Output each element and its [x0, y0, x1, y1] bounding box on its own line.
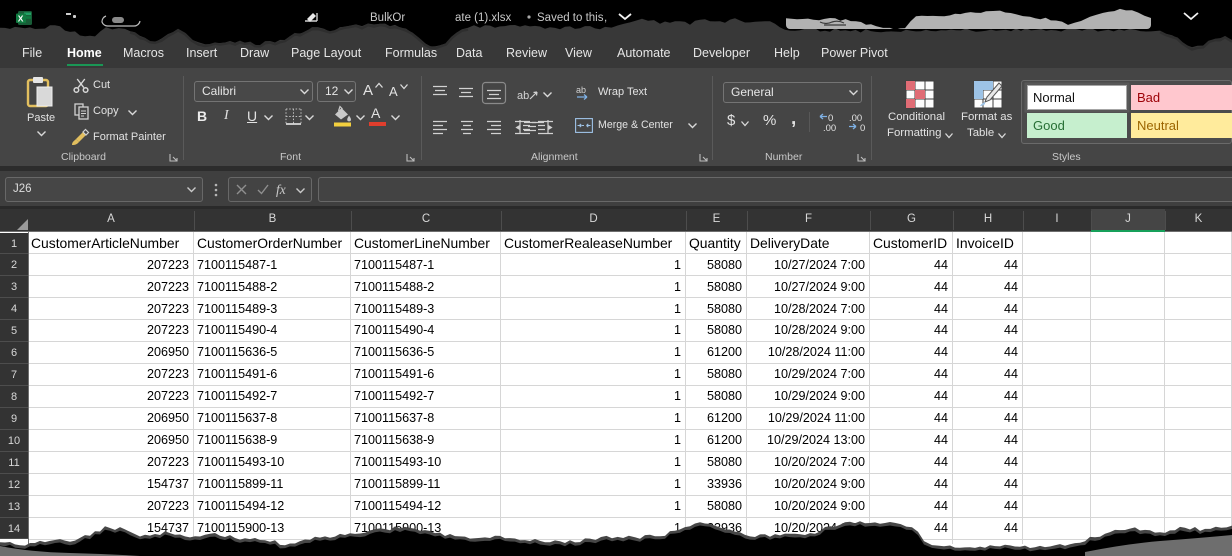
svg-text:Saved to this: Saved to this: [537, 12, 604, 24]
svg-text:ate (1).xlsx: ate (1).xlsx: [455, 12, 511, 24]
svg-text:X: X: [18, 14, 24, 24]
svg-text:BulkOr: BulkOr: [370, 12, 405, 24]
svg-text:,: ,: [604, 12, 607, 24]
